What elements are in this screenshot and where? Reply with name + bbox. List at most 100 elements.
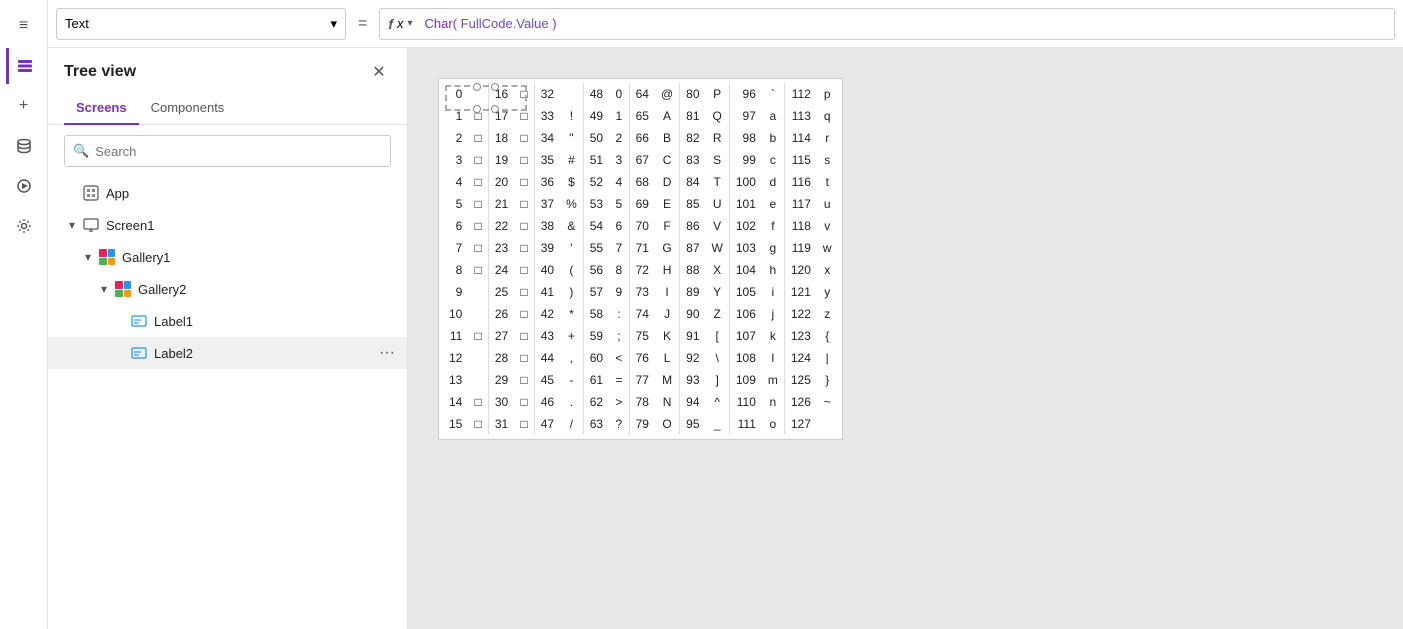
tree-title: Tree view: [64, 63, 136, 81]
ascii-char-63: ?: [609, 413, 629, 435]
ascii-num-36: 36: [534, 171, 560, 193]
ascii-char-78: N: [655, 391, 680, 413]
ascii-num-94: 94: [680, 391, 706, 413]
ascii-num-10: 10: [443, 303, 468, 325]
tree-panel: Tree view ✕ Screens Components 🔍: [48, 48, 408, 629]
ascii-char-93: ]: [706, 369, 730, 391]
ascii-num-0: 0: [443, 83, 468, 105]
canvas-area[interactable]: 016□3248064@80P96`112p1□17□33!49165A81Q9…: [408, 48, 1403, 629]
search-input[interactable]: [95, 144, 382, 159]
ascii-char-114: r: [817, 127, 838, 149]
ascii-num-99: 99: [729, 149, 762, 171]
ascii-num-47: 47: [534, 413, 560, 435]
ascii-char-107: k: [762, 325, 785, 347]
ascii-char-72: H: [655, 259, 680, 281]
hamburger-icon[interactable]: ≡: [6, 8, 42, 44]
chevron-icon: ▾: [64, 217, 80, 233]
ascii-num-79: 79: [629, 413, 655, 435]
ascii-char-67: C: [655, 149, 680, 171]
label2-context-menu-button[interactable]: ···: [375, 344, 399, 362]
formula-input-area[interactable]: f x ▾ Char( FullCode.Value ): [379, 8, 1395, 40]
property-select[interactable]: Text ▾: [56, 8, 346, 40]
ascii-char-47: /: [560, 413, 583, 435]
ascii-num-54: 54: [583, 215, 609, 237]
ascii-char-31: □: [514, 413, 534, 435]
layers-icon[interactable]: [6, 48, 42, 84]
property-label: Text: [65, 16, 89, 31]
ascii-num-91: 91: [680, 325, 706, 347]
screen-icon: [82, 216, 100, 234]
ascii-num-34: 34: [534, 127, 560, 149]
ascii-num-84: 84: [680, 171, 706, 193]
gallery1-icon: [98, 248, 116, 266]
ascii-char-38: &: [560, 215, 583, 237]
formula-text: Char( FullCode.Value ): [425, 16, 557, 31]
add-icon[interactable]: +: [6, 88, 42, 124]
ascii-char-80: P: [706, 83, 730, 105]
ascii-num-111: 111: [729, 413, 762, 435]
ascii-char-48: 0: [609, 83, 629, 105]
ascii-num-37: 37: [534, 193, 560, 215]
equals-sign: =: [354, 15, 371, 33]
ascii-char-32: [560, 83, 583, 105]
ascii-char-89: Y: [706, 281, 730, 303]
ascii-num-73: 73: [629, 281, 655, 303]
search-box: 🔍: [64, 135, 391, 167]
ascii-num-70: 70: [629, 215, 655, 237]
ascii-char-13: [468, 369, 488, 391]
ascii-char-46: .: [560, 391, 583, 413]
ascii-char-11: □: [468, 325, 488, 347]
tree-item-screen1[interactable]: ▾ Screen1: [48, 209, 407, 241]
ascii-char-106: j: [762, 303, 785, 325]
tree-item-label2[interactable]: Label2 ···: [48, 337, 407, 369]
ascii-num-67: 67: [629, 149, 655, 171]
ascii-num-85: 85: [680, 193, 706, 215]
tree-item-label1[interactable]: Label1: [48, 305, 407, 337]
ascii-num-58: 58: [583, 303, 609, 325]
ascii-num-23: 23: [488, 237, 514, 259]
ascii-char-15: □: [468, 413, 488, 435]
ascii-num-48: 48: [583, 83, 609, 105]
ascii-char-28: □: [514, 347, 534, 369]
ascii-char-9: [468, 281, 488, 303]
tree-item-gallery2[interactable]: ▾ Gallery2: [48, 273, 407, 305]
ascii-char-115: s: [817, 149, 838, 171]
ascii-num-12: 12: [443, 347, 468, 369]
tree-item-gallery1[interactable]: ▾ Gallery1: [48, 241, 407, 273]
ascii-num-90: 90: [680, 303, 706, 325]
media-icon[interactable]: [6, 168, 42, 204]
ascii-num-40: 40: [534, 259, 560, 281]
ascii-char-17: □: [514, 105, 534, 127]
database-icon[interactable]: [6, 128, 42, 164]
ascii-num-119: 119: [784, 237, 817, 259]
ascii-char-49: 1: [609, 105, 629, 127]
ascii-char-94: ^: [706, 391, 730, 413]
tab-screens[interactable]: Screens: [64, 92, 139, 125]
ascii-char-83: S: [706, 149, 730, 171]
chevron-icon: ▾: [80, 249, 96, 265]
ascii-num-109: 109: [729, 369, 762, 391]
ascii-num-101: 101: [729, 193, 762, 215]
ascii-char-111: o: [762, 413, 785, 435]
tab-components[interactable]: Components: [139, 92, 237, 125]
ascii-char-22: □: [514, 215, 534, 237]
ascii-char-2: □: [468, 127, 488, 149]
ascii-char-21: □: [514, 193, 534, 215]
ascii-num-69: 69: [629, 193, 655, 215]
settings-icon[interactable]: [6, 208, 42, 244]
tree-item-app[interactable]: App: [48, 177, 407, 209]
ascii-num-92: 92: [680, 347, 706, 369]
ascii-num-59: 59: [583, 325, 609, 347]
ascii-num-41: 41: [534, 281, 560, 303]
app-label: App: [106, 186, 399, 201]
ascii-num-52: 52: [583, 171, 609, 193]
ascii-num-29: 29: [488, 369, 514, 391]
ascii-char-59: ;: [609, 325, 629, 347]
screen1-label: Screen1: [106, 218, 399, 233]
ascii-char-73: I: [655, 281, 680, 303]
ascii-num-80: 80: [680, 83, 706, 105]
ascii-num-86: 86: [680, 215, 706, 237]
app-icon: [82, 184, 100, 202]
close-button[interactable]: ✕: [367, 60, 391, 84]
ascii-char-105: i: [762, 281, 785, 303]
